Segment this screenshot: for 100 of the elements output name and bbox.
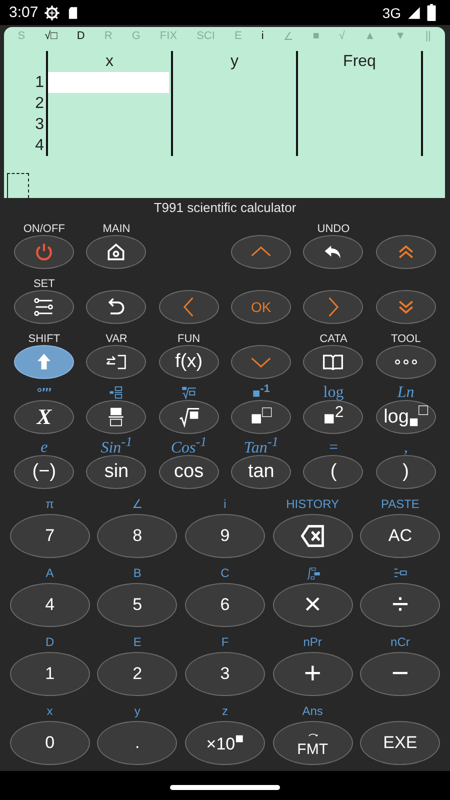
network-type: 3G — [382, 4, 401, 20]
table-cell[interactable] — [46, 72, 169, 93]
calculator-key[interactable]: 1 — [10, 652, 90, 696]
shift-label: E — [133, 635, 142, 650]
calculator-key[interactable]: 9 — [184, 514, 265, 558]
key-label: FUN — [178, 333, 200, 345]
shift-label: π — [46, 497, 54, 512]
table-cell[interactable] — [296, 114, 423, 135]
shift-label: ∠ — [132, 497, 143, 512]
shift-label: Sin$^{-1}$ — [100, 434, 132, 455]
status-indicator: S — [18, 30, 26, 44]
shift-label: Cos$^{-1}$ — [170, 434, 207, 455]
shift-label: Tan$^{-1}$ — [244, 434, 278, 455]
table-cell[interactable] — [296, 93, 423, 114]
calculator-key[interactable]: . — [97, 721, 178, 765]
status-indicator: FIX — [160, 30, 178, 44]
calculator-key[interactable]: sin — [86, 455, 146, 489]
calculator-key[interactable]: 3 — [184, 652, 265, 696]
status-indicator: √□ — [44, 30, 58, 44]
square-root-icon — [176, 406, 201, 428]
input-cursor — [7, 173, 29, 198]
status-indicator: i — [261, 30, 264, 44]
home-indicator[interactable] — [170, 784, 280, 790]
shift-label: nCr — [390, 635, 410, 650]
calculator-key[interactable]: f(x) — [158, 345, 219, 379]
status-indicator: ▼ — [394, 30, 406, 44]
dots-icon — [394, 359, 417, 365]
shift-label: z — [222, 704, 228, 719]
status-time: 3:07 — [9, 4, 38, 21]
table-cell[interactable] — [296, 72, 423, 93]
key-label: ON/OFF — [23, 223, 65, 235]
calculator-key[interactable]: (−) — [14, 455, 74, 489]
key-label: CATA — [320, 333, 348, 345]
calculator-key[interactable]: EXE — [360, 721, 440, 765]
shift-label: ■$^{-1}$ — [252, 382, 270, 400]
shift-label: F — [221, 635, 229, 650]
shift-label: i — [224, 497, 226, 512]
column-header: Freq — [296, 51, 423, 72]
backspace-icon — [300, 523, 326, 549]
calculator-key[interactable]: 5 — [97, 583, 178, 627]
row-number: 3 — [34, 115, 45, 135]
calculator-key[interactable]: − — [360, 652, 440, 696]
app-title: T991 scientific calculator — [152, 199, 298, 217]
key-label: TOOL — [390, 333, 421, 345]
status-indicator: E — [234, 30, 242, 44]
status-indicator: ▲ — [364, 30, 376, 44]
calculator-key[interactable]: 7 — [10, 514, 90, 558]
calculator-key[interactable]: 0 — [10, 721, 90, 765]
column-header: y — [171, 51, 296, 72]
key-label: UNDO — [317, 223, 350, 235]
shift-label: x — [46, 704, 53, 719]
calculator-key[interactable]: + — [272, 652, 353, 696]
status-indicator: R — [104, 30, 112, 44]
shift-label: e — [40, 440, 48, 455]
status-indicator: ∠ — [283, 30, 294, 45]
calculator-key[interactable]: × — [272, 583, 353, 627]
shift-label: Ln — [397, 385, 414, 400]
shift-label: HISTORY — [286, 497, 340, 512]
status-indicator: G — [132, 30, 140, 44]
calculator-key[interactable]: AC — [360, 514, 440, 558]
calculator-key[interactable]: ) — [376, 455, 436, 489]
calculator-key[interactable]: ( — [303, 455, 364, 489]
key-label: MAIN — [102, 223, 130, 235]
shift-label: log — [323, 385, 344, 400]
calculator-key[interactable]: ÷ — [360, 583, 440, 627]
calculator-key[interactable]: OK — [231, 290, 292, 324]
shift-label: y — [134, 704, 140, 719]
calculator-key[interactable]: FMT — [272, 721, 353, 765]
status-indicator: SCI — [196, 30, 215, 44]
calculator-key[interactable]: 8 — [97, 514, 178, 558]
calculator-key[interactable]: ×10$^{■}$ — [184, 721, 265, 765]
shift-label: nPr — [303, 635, 322, 650]
status-indicator: √ — [338, 30, 345, 44]
calculator-key[interactable]: ■$^{□}$ — [231, 400, 292, 434]
shift-label: °′″ — [36, 385, 52, 400]
calculator-key[interactable]: 4 — [10, 583, 90, 627]
shift-label: PASTE — [380, 497, 420, 512]
signal-icon — [407, 6, 421, 20]
status-indicator: D — [76, 30, 85, 44]
shift-label: , — [404, 440, 408, 455]
table-cell[interactable] — [296, 135, 423, 156]
key-label: VAR — [106, 333, 128, 345]
calculator-key[interactable]: 6 — [184, 583, 265, 627]
key-label: SET — [33, 278, 55, 290]
calculator-key[interactable]: 2 — [97, 652, 178, 696]
row-number: 2 — [34, 94, 45, 114]
shift-label: Ans — [302, 704, 323, 719]
shift-label: D — [45, 635, 54, 650]
row-number: 4 — [34, 136, 45, 156]
shift-label: = — [328, 440, 338, 455]
calculator-key[interactable]: X — [14, 400, 74, 434]
shift-label: B — [133, 566, 142, 581]
gear-icon — [44, 4, 60, 20]
shift-label: C — [220, 566, 230, 581]
calculator-key[interactable]: cos — [158, 455, 219, 489]
calculator-key[interactable]: ■$^{2}$ — [303, 400, 364, 434]
calculator-key[interactable]: tan — [231, 455, 292, 489]
shift-label: A — [46, 566, 54, 581]
status-indicator: || — [425, 30, 432, 44]
row-number: 1 — [34, 73, 45, 93]
